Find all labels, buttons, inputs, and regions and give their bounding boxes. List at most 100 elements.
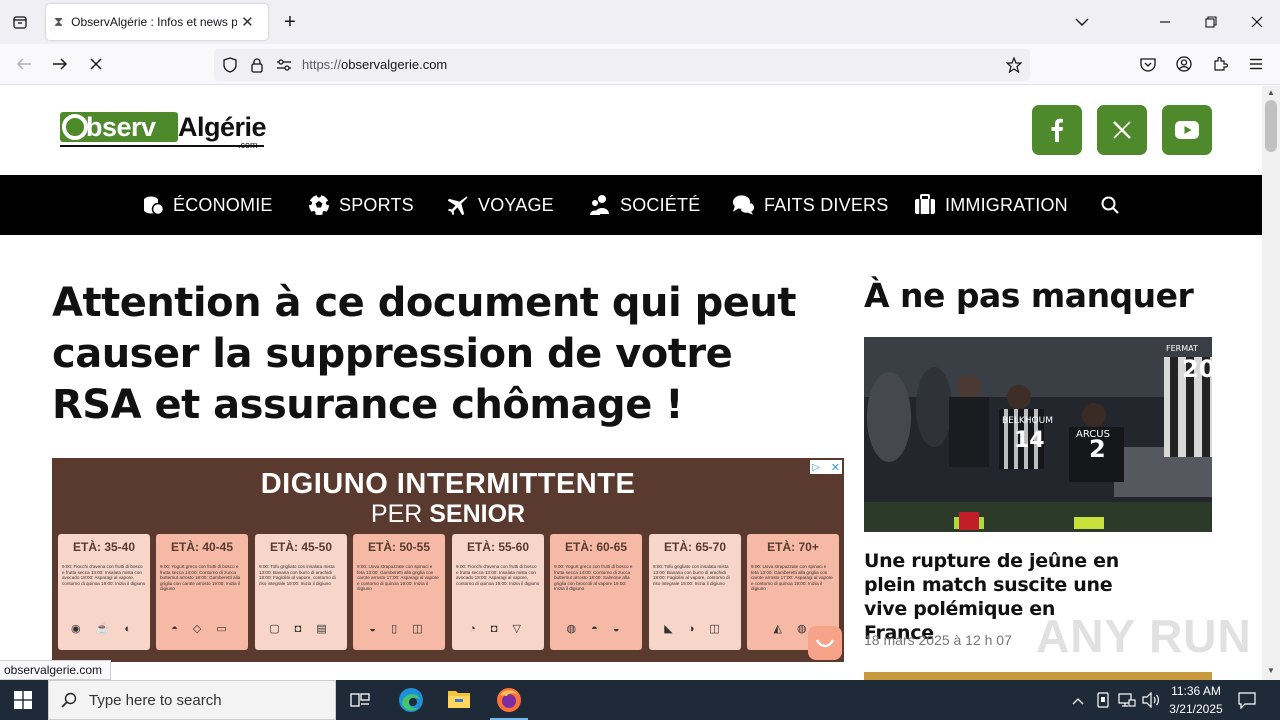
advertisement-banner[interactable]: DIGIUNO INTERMITTENTE PER SENIOR ▷ ✕ ETÀ… — [52, 458, 844, 662]
article-headline[interactable]: Attention à ce document qui peut causer … — [52, 278, 812, 431]
menu-item-label: SOCIÉTÉ — [620, 194, 701, 215]
ad-card-food-icons: ◍ ◓ ◒ — [566, 623, 626, 635]
menu-item-label: FAITS DIVERS — [764, 194, 889, 215]
taskbar-search-box[interactable]: Type here to search — [48, 680, 336, 720]
minimize-icon[interactable] — [1155, 12, 1175, 32]
taskbar-date[interactable]: 3/21/2025 — [1166, 702, 1226, 716]
tray-chevron-up-icon[interactable] — [1072, 692, 1084, 710]
restore-icon[interactable] — [1201, 12, 1221, 32]
jersey-name: FERMAT — [1166, 344, 1198, 353]
tab-overflow-chevron-icon[interactable] — [1072, 12, 1092, 32]
shield-icon[interactable] — [220, 55, 240, 75]
volume-icon[interactable] — [1142, 691, 1160, 713]
youtube-button[interactable] — [1162, 105, 1212, 155]
stop-loading-icon[interactable] — [86, 54, 106, 74]
notification-center-icon[interactable] — [1238, 691, 1256, 714]
smile-badge-icon[interactable] — [808, 626, 842, 660]
tab-title: ObservAlgérie : Infos et news pratiques — [71, 15, 238, 29]
sidebar-title: À ne pas manquer — [864, 276, 1194, 315]
windows-taskbar: Type here to search 11:36 AM 3/21/2025 — [0, 680, 1280, 720]
permissions-icon[interactable] — [274, 55, 294, 75]
pocket-icon[interactable] — [1138, 54, 1158, 74]
account-icon[interactable] — [1174, 54, 1194, 74]
edge-browser-icon[interactable] — [398, 687, 424, 718]
soccer-ball-icon — [308, 194, 330, 215]
page-scrollbar[interactable]: ▲ ▼ — [1262, 86, 1280, 680]
comments-icon — [732, 195, 755, 215]
taskbar-time[interactable]: 11:36 AM — [1168, 684, 1224, 698]
ad-card-food-icons: ◔ ◘ ▽ — [469, 623, 527, 635]
anyrun-watermark: ANY RUN — [1036, 610, 1252, 662]
back-icon[interactable] — [14, 54, 34, 74]
ad-choices-icon[interactable]: ▷ — [812, 462, 820, 473]
menu-item-societe[interactable]: SOCIÉTÉ — [589, 175, 700, 235]
menu-item-voyage[interactable]: VOYAGE — [446, 175, 554, 235]
youtube-icon — [1175, 121, 1199, 139]
main-menu: ÉCONOMIE SPORTS VOYAGE SOCIÉTÉ FAITS DIV… — [0, 175, 1262, 235]
ad-card-text: 9:00: Uova strapazzate con spinaci e fet… — [751, 564, 833, 592]
ad-card: ETÀ: 60-65 9:00: Yogurt greco con frutti… — [550, 534, 642, 650]
ad-card-food-icons: ◣ ◑ ◫ — [664, 623, 726, 635]
users-icon — [590, 195, 609, 215]
ad-card-text: 9:00: Yogurt greco con frutti di bosco e… — [554, 564, 633, 592]
search-icon — [1101, 196, 1119, 214]
ad-card-text: 9:00: Tofu grigliato con insalata mista … — [259, 564, 336, 586]
sidebar-article-image[interactable]: 14 2 20 BELKHOUM ARCUS FERMAT — [864, 337, 1212, 532]
ad-card: ETÀ: 50-55 9:00: Uova strapazzate con sp… — [353, 534, 445, 650]
file-explorer-icon[interactable] — [447, 688, 471, 715]
search-button[interactable] — [1101, 175, 1128, 235]
menu-hamburger-icon[interactable] — [1246, 54, 1266, 74]
ad-card-text: 9:00: Fiocchi d'avena con frutti di bosc… — [62, 564, 146, 586]
scrollbar-thumb[interactable] — [1265, 100, 1277, 152]
address-bar[interactable]: https://observalgerie.com — [214, 49, 1030, 81]
site-logo[interactable]: bserv Algérie .com — [58, 110, 268, 152]
ad-subtitle: PER SENIOR — [52, 500, 844, 529]
ad-card: ETÀ: 40-45 9:00: Yogurt greco con frutti… — [156, 534, 248, 650]
web-page: bserv Algérie .com ÉCONOMIE SPORTS VOYAG… — [0, 86, 1262, 680]
extensions-icon[interactable] — [1210, 54, 1230, 74]
browser-tab-bar: ⧗ ObservAlgérie : Infos et news pratique… — [0, 0, 1280, 44]
browser-tab[interactable]: ⧗ ObservAlgérie : Infos et news pratique… — [46, 4, 268, 40]
scroll-down-arrow-icon[interactable]: ▼ — [1267, 666, 1275, 675]
firefox-icon[interactable] — [490, 687, 528, 720]
search-icon — [61, 692, 77, 708]
facebook-button[interactable] — [1032, 105, 1082, 155]
ad-card: ETÀ: 45-50 9:00: Tofu grigliato con insa… — [255, 534, 347, 650]
close-tab-icon[interactable]: ✕ — [241, 13, 254, 31]
close-window-icon[interactable] — [1247, 12, 1267, 32]
ad-choices[interactable]: ▷ ✕ — [810, 460, 842, 474]
menu-item-label: IMMIGRATION — [945, 194, 1068, 215]
network-icon[interactable] — [1118, 692, 1136, 713]
x-button[interactable] — [1097, 105, 1147, 155]
scroll-up-arrow-icon[interactable]: ▲ — [1267, 88, 1275, 97]
tab-list-icon[interactable] — [10, 12, 30, 32]
ad-card-age: ETÀ: 70+ — [767, 540, 819, 554]
hourglass-icon: ⧗ — [54, 14, 64, 29]
ad-card-food-icons: ◉ ☕ ◐ — [70, 623, 138, 635]
new-tab-icon[interactable]: + — [280, 12, 300, 32]
task-view-icon[interactable] — [350, 691, 370, 714]
url-text[interactable]: https://observalgerie.com — [302, 57, 447, 72]
menu-item-label: ÉCONOMIE — [173, 194, 273, 215]
bookmark-star-icon[interactable] — [1004, 55, 1024, 75]
tray-device-icon[interactable] — [1096, 692, 1110, 713]
url-domain: observalgerie.com — [341, 57, 448, 72]
menu-item-economie[interactable]: ÉCONOMIE — [142, 175, 273, 235]
ad-close-icon[interactable]: ✕ — [831, 461, 840, 474]
lock-icon[interactable] — [247, 55, 267, 75]
plane-icon — [447, 195, 468, 215]
status-bar-url: observalgerie.com — [0, 660, 112, 680]
forward-icon[interactable] — [50, 54, 70, 74]
ad-card: ETÀ: 65-70 9:00: Tofu grigliato con insa… — [649, 534, 741, 650]
menu-item-sports[interactable]: SPORTS — [308, 175, 414, 235]
taskbar-search-placeholder: Type here to search — [89, 691, 222, 709]
jersey-name: ARCUS — [1076, 429, 1110, 440]
menu-item-immigration[interactable]: IMMIGRATION — [914, 175, 1068, 235]
menu-item-faits-divers[interactable]: FAITS DIVERS — [732, 175, 888, 235]
ad-card-age: ETÀ: 55-60 — [466, 540, 530, 554]
jersey-number: 14 — [1014, 428, 1045, 453]
sidebar-article-date: 18 mars 2025 à 12 h 07 — [864, 632, 1012, 648]
sidebar-next-article-image[interactable] — [864, 672, 1212, 680]
ad-card-text: 9:00: Fiocchi d'avena con frutti di bosc… — [456, 564, 540, 586]
windows-start-icon[interactable] — [14, 691, 32, 714]
